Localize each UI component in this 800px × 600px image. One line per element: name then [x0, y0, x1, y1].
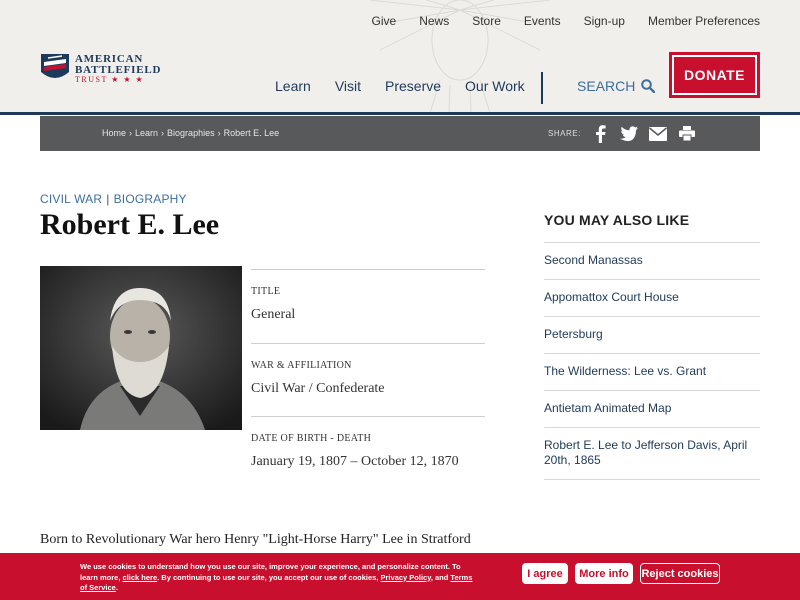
- breadcrumb-home[interactable]: Home: [102, 128, 126, 138]
- cookie-click-here-link[interactable]: click here: [123, 573, 158, 582]
- cookie-text-part: .: [115, 583, 118, 592]
- util-store-link[interactable]: Store: [472, 14, 501, 28]
- kicker-civil-war-link[interactable]: CIVIL WAR: [40, 192, 102, 206]
- cookie-banner: We use cookies to understand how you use…: [0, 553, 800, 600]
- util-news-link[interactable]: News: [419, 14, 449, 28]
- fact-title: TITLE General: [251, 269, 485, 343]
- util-member-preferences-link[interactable]: Member Preferences: [648, 14, 760, 28]
- cookie-privacy-policy-link[interactable]: Privacy Policy: [381, 573, 431, 582]
- breadcrumb-biographies[interactable]: Biographies: [167, 128, 215, 138]
- kicker-separator: |: [106, 192, 110, 206]
- util-give-link[interactable]: Give: [372, 14, 397, 28]
- fact-value: General: [251, 307, 296, 322]
- logo-flag-icon: [41, 54, 69, 78]
- cookie-text-part: , and: [430, 572, 451, 582]
- donate-button[interactable]: DONATE: [669, 52, 760, 98]
- share-icons: [590, 124, 696, 143]
- util-signup-link[interactable]: Sign-up: [584, 14, 625, 28]
- util-events-link[interactable]: Events: [524, 14, 561, 28]
- email-icon[interactable]: [648, 124, 667, 143]
- related-sidebar: YOU MAY ALSO LIKE Second Manassas Appoma…: [544, 212, 760, 480]
- print-icon[interactable]: [677, 124, 696, 143]
- fact-war-affiliation: WAR & AFFILIATION Civil War / Confederat…: [251, 342, 485, 417]
- breadcrumb-separator: ›: [217, 128, 221, 138]
- biography-facts: TITLE General WAR & AFFILIATION Civil Wa…: [251, 269, 485, 490]
- search-icon: [641, 79, 656, 93]
- portrait-image: [40, 266, 242, 430]
- breadcrumb-current: Robert E. Lee: [223, 128, 280, 138]
- related-link[interactable]: Robert E. Lee to Jefferson Davis, April …: [544, 428, 760, 480]
- fact-label: DATE OF BIRTH - DEATH: [251, 433, 372, 444]
- cookie-more-info-button[interactable]: More info: [575, 563, 633, 584]
- related-link[interactable]: Petersburg: [544, 317, 760, 354]
- nav-our-work[interactable]: Our Work: [465, 78, 525, 94]
- fact-birth-death: DATE OF BIRTH - DEATH January 19, 1807 –…: [251, 416, 485, 490]
- fact-label: TITLE: [251, 286, 281, 297]
- nav-visit[interactable]: Visit: [335, 78, 361, 94]
- site-header: Give News Store Events Sign-up Member Pr…: [0, 0, 800, 112]
- cookie-reject-button[interactable]: Reject cookies: [640, 563, 720, 584]
- utility-nav: Give News Store Events Sign-up Member Pr…: [372, 14, 761, 28]
- logo-line-3: TRUST ★ ★ ★: [75, 75, 145, 84]
- search-label: SEARCH: [577, 78, 636, 94]
- breadcrumb-bar: Home › Learn › Biographies › Robert E. L…: [40, 116, 760, 151]
- nav-preserve[interactable]: Preserve: [385, 78, 441, 94]
- category-kicker: CIVIL WAR | BIOGRAPHY: [40, 192, 187, 206]
- related-link[interactable]: Antietam Animated Map: [544, 391, 760, 428]
- share-label: SHARE:: [548, 129, 581, 138]
- facebook-icon[interactable]: [590, 124, 609, 143]
- main-nav: Learn Visit Preserve Our Work: [275, 78, 549, 94]
- sidebar-title: YOU MAY ALSO LIKE: [544, 212, 760, 243]
- related-link[interactable]: Second Manassas: [544, 243, 760, 280]
- cookie-text: We use cookies to understand how you use…: [80, 562, 475, 594]
- site-logo[interactable]: AMERICAN BATTLEFIELD TRUST ★ ★ ★: [40, 52, 160, 86]
- breadcrumb: Home › Learn › Biographies › Robert E. L…: [102, 128, 279, 138]
- search-button[interactable]: SEARCH: [577, 78, 656, 94]
- nav-divider: [541, 72, 543, 104]
- twitter-icon[interactable]: [619, 124, 638, 143]
- kicker-biography-link[interactable]: BIOGRAPHY: [114, 192, 187, 206]
- fact-value: January 19, 1807 – October 12, 1870: [251, 454, 459, 469]
- header-rule: [0, 112, 800, 115]
- breadcrumb-learn[interactable]: Learn: [135, 128, 158, 138]
- nav-learn[interactable]: Learn: [275, 78, 311, 94]
- breadcrumb-separator: ›: [129, 128, 133, 138]
- related-link[interactable]: The Wilderness: Lee vs. Grant: [544, 354, 760, 391]
- fact-value: Civil War / Confederate: [251, 380, 385, 396]
- cookie-agree-button[interactable]: I agree: [522, 563, 568, 584]
- page-title: Robert E. Lee: [40, 208, 220, 241]
- fact-label: WAR & AFFILIATION: [251, 359, 352, 371]
- related-link[interactable]: Appomattox Court House: [544, 280, 760, 317]
- cookie-text-part: . By continuing to use our site, you acc…: [157, 572, 381, 582]
- breadcrumb-separator: ›: [161, 128, 165, 138]
